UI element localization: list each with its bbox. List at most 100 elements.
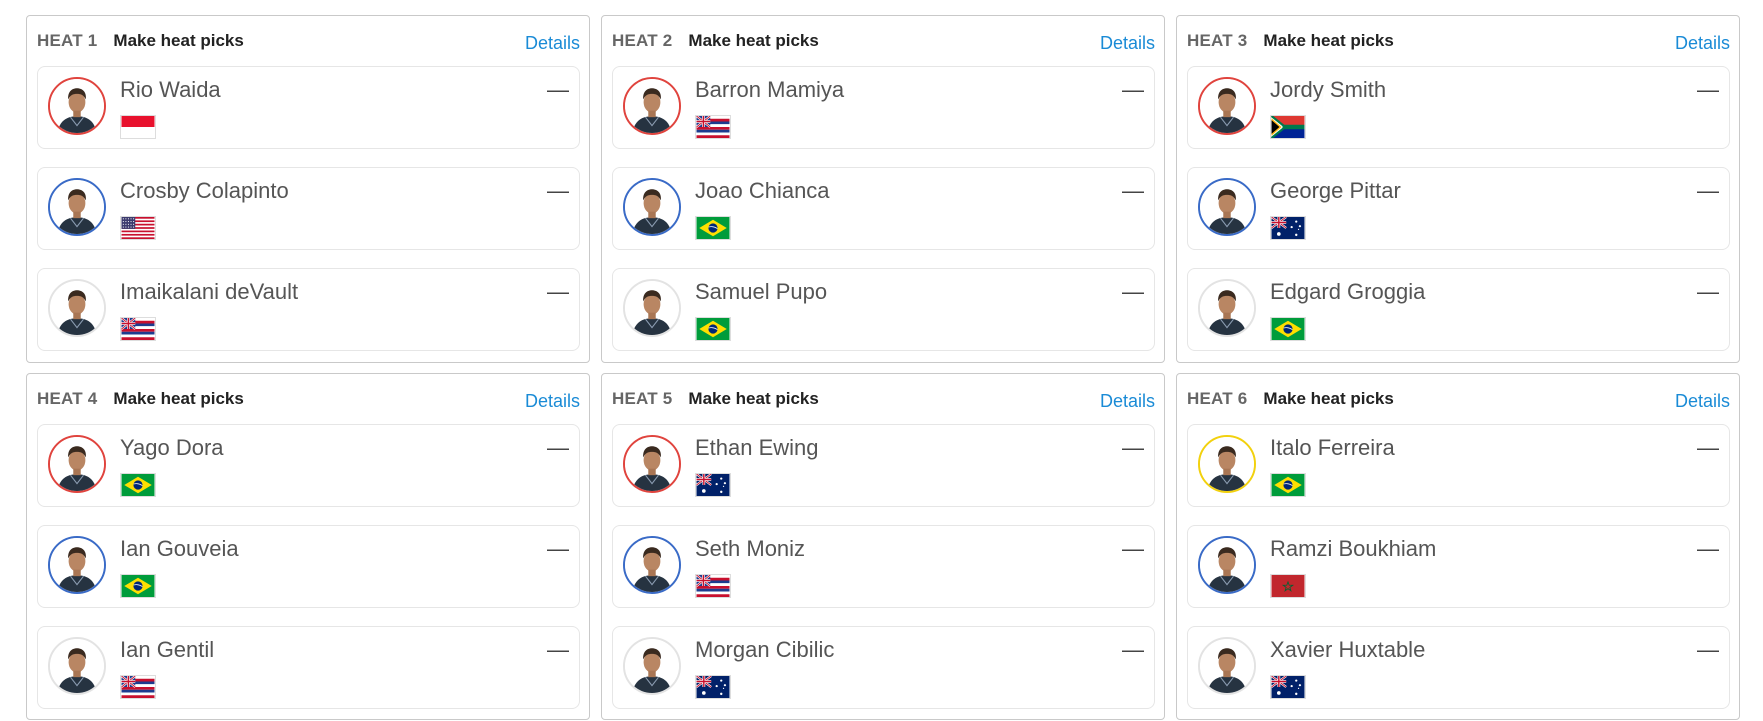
surfer-name: Joao Chianca	[695, 178, 830, 203]
surfer-avatar	[48, 77, 106, 135]
surfer-avatar	[1198, 536, 1256, 594]
surfer-row[interactable]: Ramzi Boukhiam —	[1187, 525, 1730, 608]
heat-number: HEAT 2	[612, 31, 673, 50]
heat-header: HEAT 2 Make heat picks Details	[612, 16, 1155, 66]
surfer-avatar	[623, 279, 681, 337]
brazil-flag-icon	[695, 317, 731, 341]
surfer-score: —	[1697, 637, 1719, 662]
brazil-flag-icon	[1270, 473, 1306, 497]
surfer-row[interactable]: Crosby Colapinto —	[37, 167, 580, 250]
surfer-name: Rio Waida	[120, 77, 221, 102]
details-link[interactable]: Details	[1100, 391, 1155, 412]
surfer-avatar	[48, 637, 106, 695]
surfer-row[interactable]: Edgard Groggia —	[1187, 268, 1730, 351]
surfer-name: Edgard Groggia	[1270, 279, 1426, 304]
surfer-score: —	[1122, 178, 1144, 203]
australia-flag-icon	[695, 675, 731, 699]
surfer-avatar	[48, 435, 106, 493]
surfer-avatar	[1198, 178, 1256, 236]
heats-grid: HEAT 1 Make heat picks Details Rio Waida…	[26, 15, 1740, 720]
surfer-name: Barron Mamiya	[695, 77, 845, 102]
surfer-avatar	[623, 536, 681, 594]
hawaii-flag-icon	[695, 115, 731, 139]
surfer-score: —	[1697, 536, 1719, 561]
surfer-name: Ian Gentil	[120, 637, 215, 662]
surfer-avatar	[1198, 637, 1256, 695]
surfer-row[interactable]: Ian Gentil —	[37, 626, 580, 709]
surfer-row[interactable]: George Pittar —	[1187, 167, 1730, 250]
surfer-row[interactable]: Yago Dora —	[37, 424, 580, 507]
surfer-row[interactable]: Samuel Pupo —	[612, 268, 1155, 351]
surfer-name: Ian Gouveia	[120, 536, 239, 561]
heat-card-6: HEAT 6 Make heat picks Details Italo Fer…	[1176, 373, 1740, 720]
make-heat-picks-label[interactable]: Make heat picks	[113, 389, 243, 409]
surfer-name: Ethan Ewing	[695, 435, 819, 460]
surfer-row[interactable]: Seth Moniz —	[612, 525, 1155, 608]
surfer-name: Italo Ferreira	[1270, 435, 1395, 460]
usa-flag-icon	[120, 216, 156, 240]
surfer-score: —	[547, 178, 569, 203]
make-heat-picks-label[interactable]: Make heat picks	[688, 389, 818, 409]
surfer-row[interactable]: Barron Mamiya —	[612, 66, 1155, 149]
heat-card-2: HEAT 2 Make heat picks Details Barron Ma…	[601, 15, 1165, 363]
surfer-score: —	[1122, 279, 1144, 304]
surfer-score: —	[547, 435, 569, 460]
surfer-avatar	[1198, 435, 1256, 493]
surfer-row[interactable]: Ethan Ewing —	[612, 424, 1155, 507]
details-link[interactable]: Details	[525, 33, 580, 54]
heat-card-5: HEAT 5 Make heat picks Details Ethan Ewi…	[601, 373, 1165, 720]
surfer-name: Samuel Pupo	[695, 279, 828, 304]
surfer-name: George Pittar	[1270, 178, 1401, 203]
surfer-row[interactable]: Rio Waida —	[37, 66, 580, 149]
indonesia-flag-icon	[120, 115, 156, 139]
south-africa-flag-icon	[1270, 115, 1306, 139]
heat-number: HEAT 1	[37, 31, 98, 50]
surfer-name: Imaikalani deVault	[120, 279, 299, 304]
surfer-row[interactable]: Joao Chianca —	[612, 167, 1155, 250]
surfer-name: Xavier Huxtable	[1270, 637, 1426, 662]
surfer-row[interactable]: Morgan Cibilic —	[612, 626, 1155, 709]
surfer-row[interactable]: Xavier Huxtable —	[1187, 626, 1730, 709]
surfer-score: —	[1697, 178, 1719, 203]
surfer-row[interactable]: Italo Ferreira —	[1187, 424, 1730, 507]
surfer-name: Ramzi Boukhiam	[1270, 536, 1437, 561]
details-link[interactable]: Details	[1100, 33, 1155, 54]
surfer-row[interactable]: Ian Gouveia —	[37, 525, 580, 608]
surfer-avatar	[48, 178, 106, 236]
surfer-score: —	[547, 536, 569, 561]
heat-header: HEAT 3 Make heat picks Details	[1187, 16, 1730, 66]
details-link[interactable]: Details	[1675, 33, 1730, 54]
heat-header: HEAT 5 Make heat picks Details	[612, 374, 1155, 424]
surfer-avatar	[623, 637, 681, 695]
surfer-name: Jordy Smith	[1270, 77, 1387, 102]
details-link[interactable]: Details	[525, 391, 580, 412]
hawaii-flag-icon	[695, 574, 731, 598]
australia-flag-icon	[1270, 675, 1306, 699]
heat-header: HEAT 1 Make heat picks Details	[37, 16, 580, 66]
surfer-score: —	[1122, 536, 1144, 561]
details-link[interactable]: Details	[1675, 391, 1730, 412]
surfer-score: —	[1697, 279, 1719, 304]
surfer-avatar	[623, 435, 681, 493]
surfer-row[interactable]: Imaikalani deVault —	[37, 268, 580, 351]
make-heat-picks-label[interactable]: Make heat picks	[113, 31, 243, 51]
brazil-flag-icon	[695, 216, 731, 240]
surfer-score: —	[547, 279, 569, 304]
surfer-row[interactable]: Jordy Smith —	[1187, 66, 1730, 149]
heat-header: HEAT 6 Make heat picks Details	[1187, 374, 1730, 424]
australia-flag-icon	[1270, 216, 1306, 240]
surfer-avatar	[1198, 279, 1256, 337]
surfer-score: —	[547, 77, 569, 102]
surfer-score: —	[1697, 77, 1719, 102]
brazil-flag-icon	[120, 473, 156, 497]
heat-number: HEAT 3	[1187, 31, 1248, 50]
heat-card-4: HEAT 4 Make heat picks Details Yago Dora…	[26, 373, 590, 720]
make-heat-picks-label[interactable]: Make heat picks	[1263, 389, 1393, 409]
heat-header: HEAT 4 Make heat picks Details	[37, 374, 580, 424]
surfer-name: Morgan Cibilic	[695, 637, 835, 662]
surfer-name: Crosby Colapinto	[120, 178, 289, 203]
surfer-avatar	[48, 279, 106, 337]
make-heat-picks-label[interactable]: Make heat picks	[1263, 31, 1393, 51]
make-heat-picks-label[interactable]: Make heat picks	[688, 31, 818, 51]
surfer-score: —	[1122, 637, 1144, 662]
